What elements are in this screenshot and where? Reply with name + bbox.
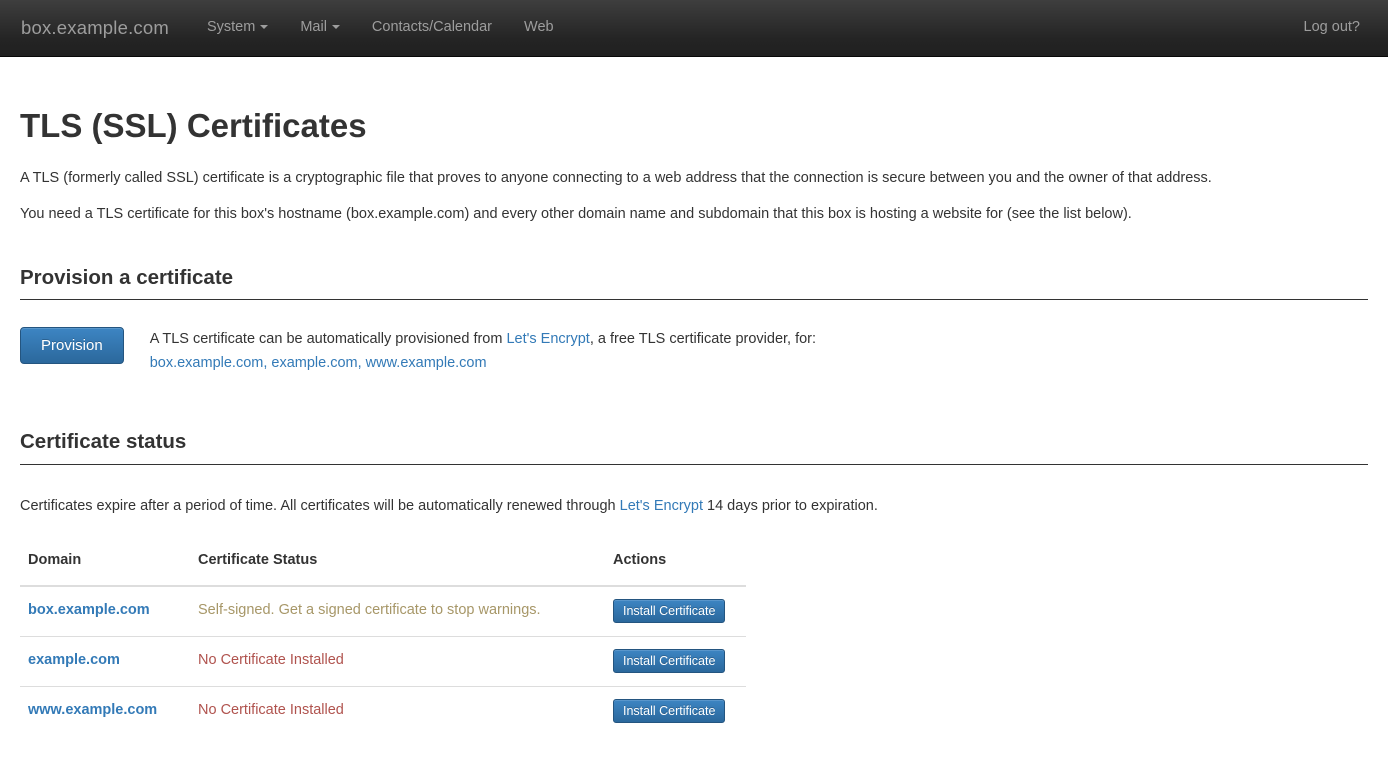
column-header-actions: Actions xyxy=(605,541,746,586)
column-header-domain: Domain xyxy=(20,541,190,586)
table-row: box.example.com Self-signed. Get a signe… xyxy=(20,586,746,636)
certificate-status-table: Domain Certificate Status Actions box.ex… xyxy=(20,541,746,736)
navbar-brand[interactable]: box.example.com xyxy=(21,13,169,44)
top-navbar: box.example.com System Mail Contacts/Cal… xyxy=(0,0,1388,57)
nav-item-mail[interactable]: Mail xyxy=(284,0,356,57)
intro-paragraph-2: You need a TLS certificate for this box'… xyxy=(20,203,1368,227)
table-header-row: Domain Certificate Status Actions xyxy=(20,541,746,586)
provision-text-after: , a free TLS certificate provider, for: xyxy=(590,331,816,347)
domain-link-box-example-com[interactable]: box.example.com xyxy=(28,602,150,618)
chevron-down-icon xyxy=(260,25,268,29)
page-title: TLS (SSL) Certificates xyxy=(20,107,1368,145)
navbar-menu: System Mail Contacts/Calendar Web xyxy=(191,0,570,57)
main-content: TLS (SSL) Certificates A TLS (formerly c… xyxy=(0,107,1388,735)
expiration-text-before: Certificates expire after a period of ti… xyxy=(20,498,620,514)
provision-text-before: A TLS certificate can be automatically p… xyxy=(150,331,507,347)
certificate-status-text: Self-signed. Get a signed certificate to… xyxy=(190,586,605,636)
lets-encrypt-link[interactable]: Let's Encrypt xyxy=(506,331,589,347)
provision-button[interactable]: Provision xyxy=(20,327,124,364)
logout-link[interactable]: Log out? xyxy=(1304,16,1360,40)
provision-row: Provision A TLS certificate can be autom… xyxy=(20,327,1368,375)
provision-description: A TLS certificate can be automatically p… xyxy=(150,327,816,375)
install-certificate-button[interactable]: Install Certificate xyxy=(613,649,725,673)
intro-paragraph-1: A TLS (formerly called SSL) certificate … xyxy=(20,167,1368,191)
nav-item-mail-label: Mail xyxy=(300,19,327,35)
domain-link-example-com[interactable]: example.com xyxy=(28,652,120,668)
table-row: www.example.com No Certificate Installed… xyxy=(20,686,746,735)
certificate-status-text: No Certificate Installed xyxy=(190,686,605,735)
expiration-note: Certificates expire after a period of ti… xyxy=(20,495,1368,519)
nav-item-system[interactable]: System xyxy=(191,0,284,57)
certificate-status-text: No Certificate Installed xyxy=(190,636,605,686)
expiration-text-after: 14 days prior to expiration. xyxy=(703,498,878,514)
domain-link-www-example-com[interactable]: www.example.com xyxy=(28,702,157,718)
provision-section-heading: Provision a certificate xyxy=(20,267,1368,301)
install-certificate-button[interactable]: Install Certificate xyxy=(613,599,725,623)
column-header-certificate-status: Certificate Status xyxy=(190,541,605,586)
install-certificate-button[interactable]: Install Certificate xyxy=(613,699,725,723)
table-row: example.com No Certificate Installed Ins… xyxy=(20,636,746,686)
provision-domains-list: box.example.com, example.com, www.exampl… xyxy=(150,355,487,371)
nav-item-system-label: System xyxy=(207,19,255,35)
lets-encrypt-link[interactable]: Let's Encrypt xyxy=(620,498,703,514)
chevron-down-icon xyxy=(332,25,340,29)
certificate-status-heading: Certificate status xyxy=(20,431,1368,465)
nav-item-web[interactable]: Web xyxy=(508,0,570,57)
nav-item-contacts-calendar[interactable]: Contacts/Calendar xyxy=(356,0,508,57)
